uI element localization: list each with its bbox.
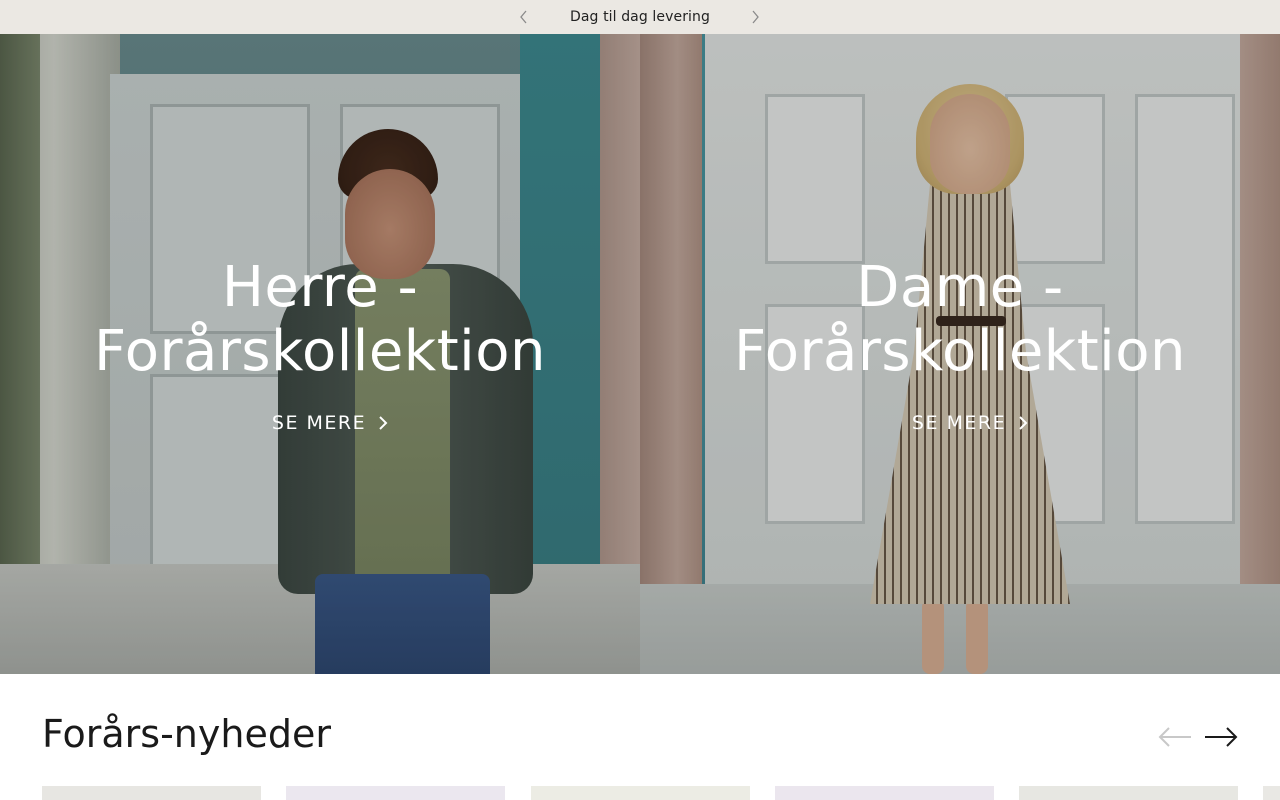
product-image [286,786,505,800]
product-carousel [42,786,1280,800]
hero-title-women: Dame - Forårskollektion [640,256,1280,384]
announcement-bar: Dag til dag levering [0,0,1280,34]
hero-panel-men[interactable]: Herre - Forårskollektion SE MERE [0,34,640,674]
chevron-right-icon [1019,416,1028,430]
product-image [1263,786,1280,800]
hero-title-line: Dame - [856,255,1064,320]
hero-copy-women: Dame - Forårskollektion SE MERE [640,256,1280,435]
carousel-nav [1158,720,1238,754]
announcement-text: Dag til dag levering [569,9,711,25]
product-card[interactable] [286,786,505,800]
hero-title-line: Herre - [221,255,419,320]
product-card[interactable] [775,786,994,800]
product-card[interactable] [42,786,261,800]
chevron-right-icon [379,416,388,430]
product-card[interactable] [1019,786,1238,800]
hero-title-men: Herre - Forårskollektion [0,256,640,384]
hero-panel-women[interactable]: Dame - Forårskollektion SE MERE [640,34,1280,674]
chevron-left-icon[interactable] [516,9,532,25]
cta-label: SE MERE [911,412,1007,434]
hero-banner: Herre - Forårskollektion SE MERE Dame - … [0,34,1280,674]
arrow-right-icon[interactable] [1204,720,1238,754]
product-card[interactable] [1263,786,1280,800]
chevron-right-icon[interactable] [747,9,763,25]
arrow-left-icon[interactable] [1158,720,1192,754]
product-card[interactable] [531,786,750,800]
product-image [1019,786,1238,800]
product-image [531,786,750,800]
cta-label: SE MERE [271,412,367,434]
product-image [775,786,994,800]
hero-copy-men: Herre - Forårskollektion SE MERE [0,256,640,435]
hero-title-line: Forårskollektion [94,319,546,384]
hero-title-line: Forårskollektion [734,319,1186,384]
section-title: Forårs-nyheder [42,712,331,756]
product-image [42,786,261,800]
see-more-button-men[interactable]: SE MERE [272,412,388,434]
products-section-header: Forårs-nyheder [42,712,1238,756]
see-more-button-women[interactable]: SE MERE [912,412,1028,434]
